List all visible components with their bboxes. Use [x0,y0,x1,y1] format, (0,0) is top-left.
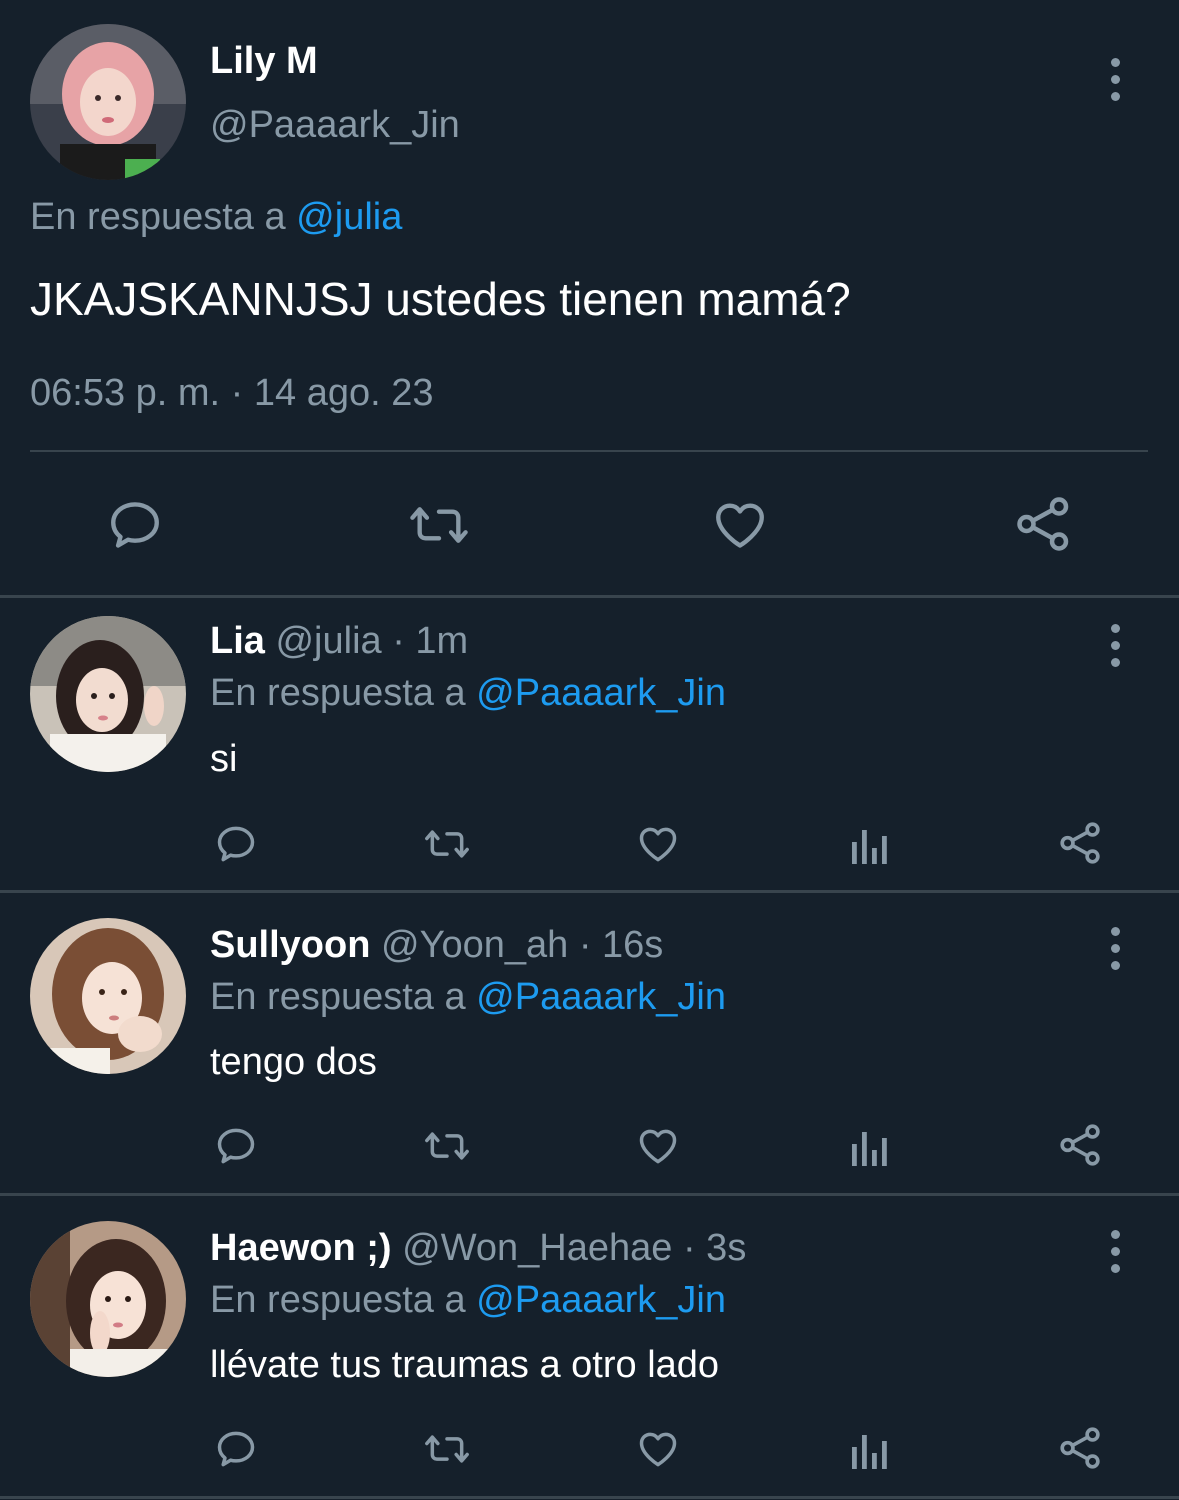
share-icon[interactable] [1014,494,1074,554]
reply-icon[interactable] [106,496,164,554]
analytics-icon[interactable] [850,1431,890,1469]
display-name[interactable]: Lia [210,620,265,662]
tweet-text: llévate tus traumas a otro lado [210,1344,720,1386]
reply-icon[interactable] [214,1427,258,1471]
timestamp-divider [30,450,1148,452]
reply-header: Sullyoon @Yoon_ah · 16s [210,924,663,967]
divider [0,890,1179,893]
reply-to-link[interactable]: @julia [296,196,402,238]
user-handle[interactable]: @julia [275,620,381,662]
reply-prefix: En respuesta a [210,976,466,1018]
avatar[interactable] [30,1221,186,1377]
share-icon[interactable] [1058,1425,1104,1471]
analytics-icon[interactable] [850,1128,890,1166]
share-icon[interactable] [1058,1122,1104,1168]
reply-context: En respuesta a @Paaaark_Jin [210,976,726,1019]
more-options-icon[interactable] [1105,927,1125,970]
share-icon[interactable] [1058,820,1104,866]
more-options-icon[interactable] [1105,58,1125,101]
tweet-text: JKAJSKANNJSJ ustedes tienen mamá? [30,273,851,325]
user-handle[interactable]: @Won_Haehae [402,1227,672,1269]
more-options-icon[interactable] [1105,624,1125,667]
avatar[interactable] [30,24,186,180]
retweet-icon[interactable] [422,1124,472,1168]
retweet-icon[interactable] [407,496,471,554]
user-handle[interactable]: @Yoon_ah [381,924,568,966]
reply-to-link[interactable]: @Paaaark_Jin [476,672,726,714]
tweet-text: tengo dos [210,1041,377,1083]
like-icon[interactable] [636,822,680,866]
divider [0,595,1179,598]
reply-prefix: En respuesta a [30,196,286,238]
reply-prefix: En respuesta a [210,672,466,714]
reply-header: Haewon ;) @Won_Haehae · 3s [210,1227,746,1270]
reply-context: En respuesta a @Paaaark_Jin [210,1279,726,1322]
reply-to-link[interactable]: @Paaaark_Jin [476,976,726,1018]
avatar[interactable] [30,616,186,772]
analytics-icon[interactable] [850,826,890,864]
tweet-timestamp: 06:53 p. m. · 14 ago. 23 [30,372,434,414]
retweet-icon[interactable] [422,1427,472,1471]
tweet-time: · 3s [682,1227,747,1269]
display-name[interactable]: Lily M [210,40,318,83]
reply-context: En respuesta a @Paaaark_Jin [210,672,726,715]
avatar[interactable] [30,918,186,1074]
like-icon[interactable] [636,1124,680,1168]
tweet-time: · 16s [578,924,664,966]
retweet-icon[interactable] [422,822,472,866]
reply-icon[interactable] [214,1124,258,1168]
display-name[interactable]: Sullyoon [210,924,370,966]
reply-header: Lia @julia · 1m [210,620,468,663]
tweet-text: si [210,738,238,780]
divider [0,1496,1179,1499]
like-icon[interactable] [636,1427,680,1471]
display-name[interactable]: Haewon ;) [210,1227,392,1269]
divider [0,1193,1179,1196]
reply-to-link[interactable]: @Paaaark_Jin [476,1279,726,1321]
tweet-time: · 1m [392,620,469,662]
like-icon[interactable] [711,496,769,554]
more-options-icon[interactable] [1105,1230,1125,1273]
reply-context: En respuesta a @julia [30,196,402,239]
user-handle[interactable]: @Paaaark_Jin [210,104,460,147]
reply-prefix: En respuesta a [210,1279,466,1321]
reply-icon[interactable] [214,822,258,866]
